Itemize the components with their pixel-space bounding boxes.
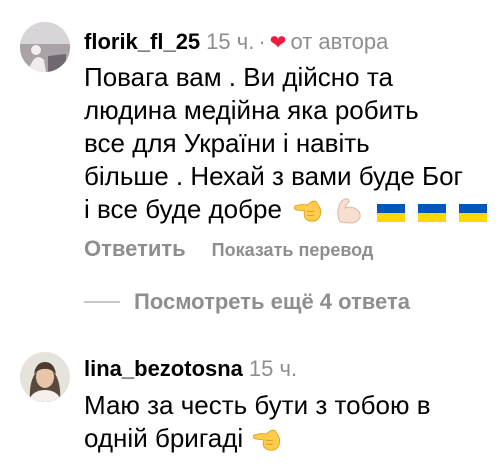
- view-replies-button[interactable]: Посмотреть ещё 4 ответа: [84, 288, 410, 316]
- timestamp: 15 ч.: [206, 29, 255, 54]
- ukraine-flag-emoji: [417, 202, 447, 224]
- comment-text: Маю за честь бути з тобою в одній бригад…: [84, 389, 494, 455]
- comment-line-text: одній бригаді: [84, 423, 244, 453]
- comment-line: більше . Нехай з вами буде Бог: [84, 161, 464, 191]
- ukraine-flag-emoji: [376, 202, 406, 224]
- translate-button[interactable]: Показать перевод: [212, 240, 374, 260]
- username[interactable]: lina_bezotosna: [84, 356, 243, 381]
- comment-meta: lina_bezotosna 15 ч.: [84, 356, 297, 382]
- comment-line: людина медійна яка робить: [84, 95, 419, 125]
- comment-line-last: і все буде добре: [84, 193, 494, 226]
- ukraine-flag-emoji: [458, 202, 488, 224]
- timestamp: 15 ч.: [248, 356, 298, 381]
- separator-dot: ·: [258, 29, 266, 54]
- comment-actions: Ответить Показать перевод: [84, 236, 373, 262]
- comment-line-last: одній бригаді: [84, 422, 494, 455]
- avatar[interactable]: [20, 352, 70, 402]
- divider-line: [84, 301, 120, 303]
- comment-meta: florik_fl_25 15 ч. · ❤ от автора: [84, 29, 388, 56]
- reply-button[interactable]: Ответить: [84, 236, 186, 261]
- username[interactable]: florik_fl_25: [84, 29, 200, 54]
- comment-line: Маю за честь бути з тобою в: [84, 390, 431, 420]
- flexed-biceps-emoji: [334, 196, 364, 224]
- comment-line-text: і все буде добре: [84, 194, 282, 224]
- avatar-photo-icon: [20, 22, 70, 72]
- pointing-hand-emoji: [252, 425, 282, 453]
- avatar[interactable]: [20, 22, 70, 72]
- author-badge: от автора: [290, 29, 389, 54]
- comment-line: все для України і навіть: [84, 128, 370, 158]
- avatar-photo-icon: [20, 352, 70, 402]
- pointing-hand-emoji: [293, 196, 323, 224]
- view-replies-label: Посмотреть ещё 4 ответа: [134, 289, 410, 314]
- heart-icon: ❤: [269, 32, 287, 54]
- comment-line: Повага вам . Ви дійсно та: [84, 62, 393, 92]
- comment-text: Повага вам . Ви дійсно та людина медійна…: [84, 61, 494, 226]
